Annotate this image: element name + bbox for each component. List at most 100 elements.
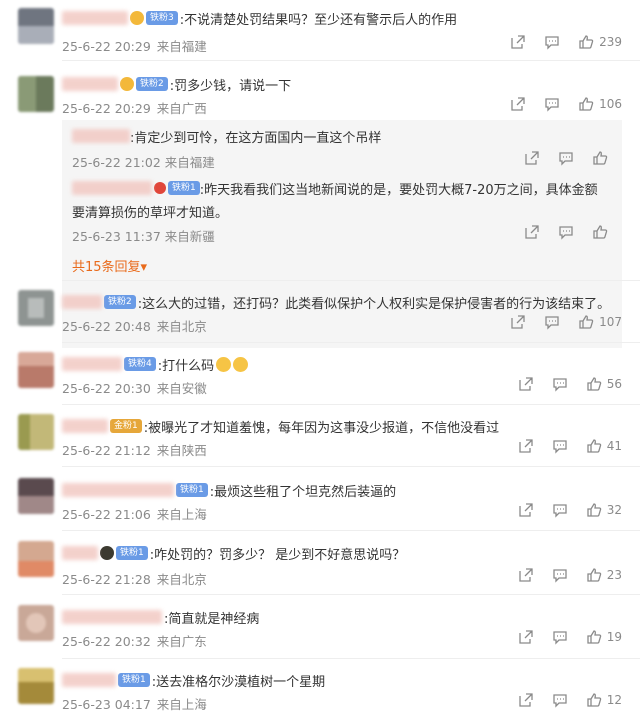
username-blurred[interactable] xyxy=(62,546,98,560)
reply-location: 来自新疆 xyxy=(164,229,215,244)
comment-actions: 32 xyxy=(500,502,622,518)
comment-button[interactable] xyxy=(544,34,560,50)
like-button[interactable]: 239 xyxy=(578,34,622,50)
comment-meta: 25-6-22 20:32 来自广东 xyxy=(62,631,207,650)
like-button[interactable]: 56 xyxy=(586,376,622,392)
fan-badge: 铁粉2 xyxy=(104,295,136,309)
like-button[interactable]: 41 xyxy=(586,438,622,454)
share-button[interactable] xyxy=(524,150,540,166)
share-button[interactable] xyxy=(518,376,534,392)
comment-meta: 25-6-22 21:06 来自上海 xyxy=(62,504,207,523)
fan-badge: 铁粉1 xyxy=(116,546,148,560)
share-button[interactable] xyxy=(518,692,534,708)
avatar[interactable] xyxy=(18,8,54,44)
like-count: 41 xyxy=(606,439,622,453)
comment-location: 来自广西 xyxy=(156,101,207,116)
username-blurred[interactable] xyxy=(62,11,128,25)
comment-location: 来自北京 xyxy=(156,572,207,587)
thumbs-up-icon xyxy=(587,568,601,582)
comment-button[interactable] xyxy=(544,96,560,112)
fan-badge: 铁粉1 xyxy=(118,673,150,687)
avatar[interactable] xyxy=(18,414,54,450)
share-button[interactable] xyxy=(518,502,534,518)
comment-text: :咋处罚的？罚多少？ 是少到不好意思说吗？ xyxy=(149,547,406,563)
comment-header: 铁粉2 :罚多少钱，请说一下 xyxy=(62,72,291,96)
avatar[interactable] xyxy=(18,352,54,388)
like-button[interactable]: 12 xyxy=(586,692,622,708)
thumbs-up-icon xyxy=(587,693,601,707)
comment-meta: 25-6-22 21:12 来自陕西 xyxy=(62,440,207,459)
comment-text: :这么大的过错，还打码？此类看似保护个人权利实是保护侵害者的行为该结束了。 xyxy=(137,296,611,312)
comment-text: :简直就是神经病 xyxy=(164,611,260,627)
username-blurred[interactable] xyxy=(62,295,102,309)
comment-actions: 239 xyxy=(492,34,622,50)
fan-badge: 铁粉4 xyxy=(124,357,156,371)
crown-icon xyxy=(100,546,114,560)
like-button[interactable] xyxy=(592,224,608,240)
divider xyxy=(62,658,640,659)
avatar[interactable] xyxy=(18,605,54,641)
like-count: 23 xyxy=(606,568,622,582)
share-button[interactable] xyxy=(518,629,534,645)
username-blurred[interactable] xyxy=(62,673,116,687)
comment-button[interactable] xyxy=(552,629,568,645)
avatar[interactable] xyxy=(18,668,54,704)
username-blurred[interactable] xyxy=(62,357,122,371)
avatar[interactable] xyxy=(18,478,54,514)
username-blurred[interactable] xyxy=(62,483,174,497)
reply-location: 来自福建 xyxy=(164,155,215,170)
username-blurred[interactable] xyxy=(72,181,152,195)
comment-location: 来自广东 xyxy=(156,634,207,649)
username-blurred[interactable] xyxy=(62,610,162,624)
comment-actions: 19 xyxy=(500,629,622,645)
avatar[interactable] xyxy=(18,76,54,112)
like-button[interactable]: 19 xyxy=(586,629,622,645)
like-button[interactable]: 106 xyxy=(578,96,622,112)
share-button[interactable] xyxy=(518,567,534,583)
comment-button[interactable] xyxy=(552,692,568,708)
comment-meta: 25-6-22 20:29 来自广西 xyxy=(62,98,207,117)
share-button[interactable] xyxy=(524,224,540,240)
like-count: 12 xyxy=(606,693,622,707)
comment-actions: 41 xyxy=(500,438,622,454)
comment-button[interactable] xyxy=(552,502,568,518)
avatar[interactable] xyxy=(18,290,54,326)
like-count: 107 xyxy=(599,315,622,329)
comment-button[interactable] xyxy=(544,314,560,330)
comment-text: :最烦这些租了个坦克然后装逼的 xyxy=(209,484,397,500)
username-blurred[interactable] xyxy=(72,129,130,143)
emoji-icon xyxy=(216,356,232,372)
comment-button[interactable] xyxy=(552,438,568,454)
username-blurred[interactable] xyxy=(62,419,108,433)
more-replies-link[interactable]: 共15条回复▾ xyxy=(72,256,147,275)
share-button[interactable] xyxy=(510,96,526,112)
comment-icon xyxy=(559,226,573,240)
comment-header: 金粉1 :被曝光了才知道羞愧，每年因为这事没少报道，不信他没看过 xyxy=(62,414,499,438)
comment-actions: 12 xyxy=(500,692,622,708)
thumbs-up-icon xyxy=(587,377,601,391)
avatar[interactable] xyxy=(18,541,54,577)
comment-date: 25-6-22 20:29 xyxy=(62,39,151,54)
like-button[interactable]: 23 xyxy=(586,567,622,583)
comment-button[interactable] xyxy=(558,224,574,240)
comment-header: 铁粉4 :打什么码 xyxy=(62,352,249,376)
like-count: 56 xyxy=(606,377,622,391)
share-icon xyxy=(525,151,539,165)
comment-button[interactable] xyxy=(552,567,568,583)
comment-button[interactable] xyxy=(558,150,574,166)
comment-button[interactable] xyxy=(552,376,568,392)
reply-date: 25-6-22 21:02 xyxy=(72,155,161,170)
share-button[interactable] xyxy=(518,438,534,454)
share-icon xyxy=(525,225,539,239)
like-button[interactable]: 107 xyxy=(578,314,622,330)
share-button[interactable] xyxy=(510,314,526,330)
like-button[interactable]: 32 xyxy=(586,502,622,518)
like-button[interactable] xyxy=(592,150,608,166)
comment-meta: 25-6-22 21:28 来自北京 xyxy=(62,569,207,588)
fan-badge: 铁粉3 xyxy=(146,11,178,25)
share-button[interactable] xyxy=(510,34,526,50)
username-blurred[interactable] xyxy=(62,77,118,91)
share-icon xyxy=(519,630,533,644)
share-icon xyxy=(519,377,533,391)
thumbs-up-icon xyxy=(587,503,601,517)
